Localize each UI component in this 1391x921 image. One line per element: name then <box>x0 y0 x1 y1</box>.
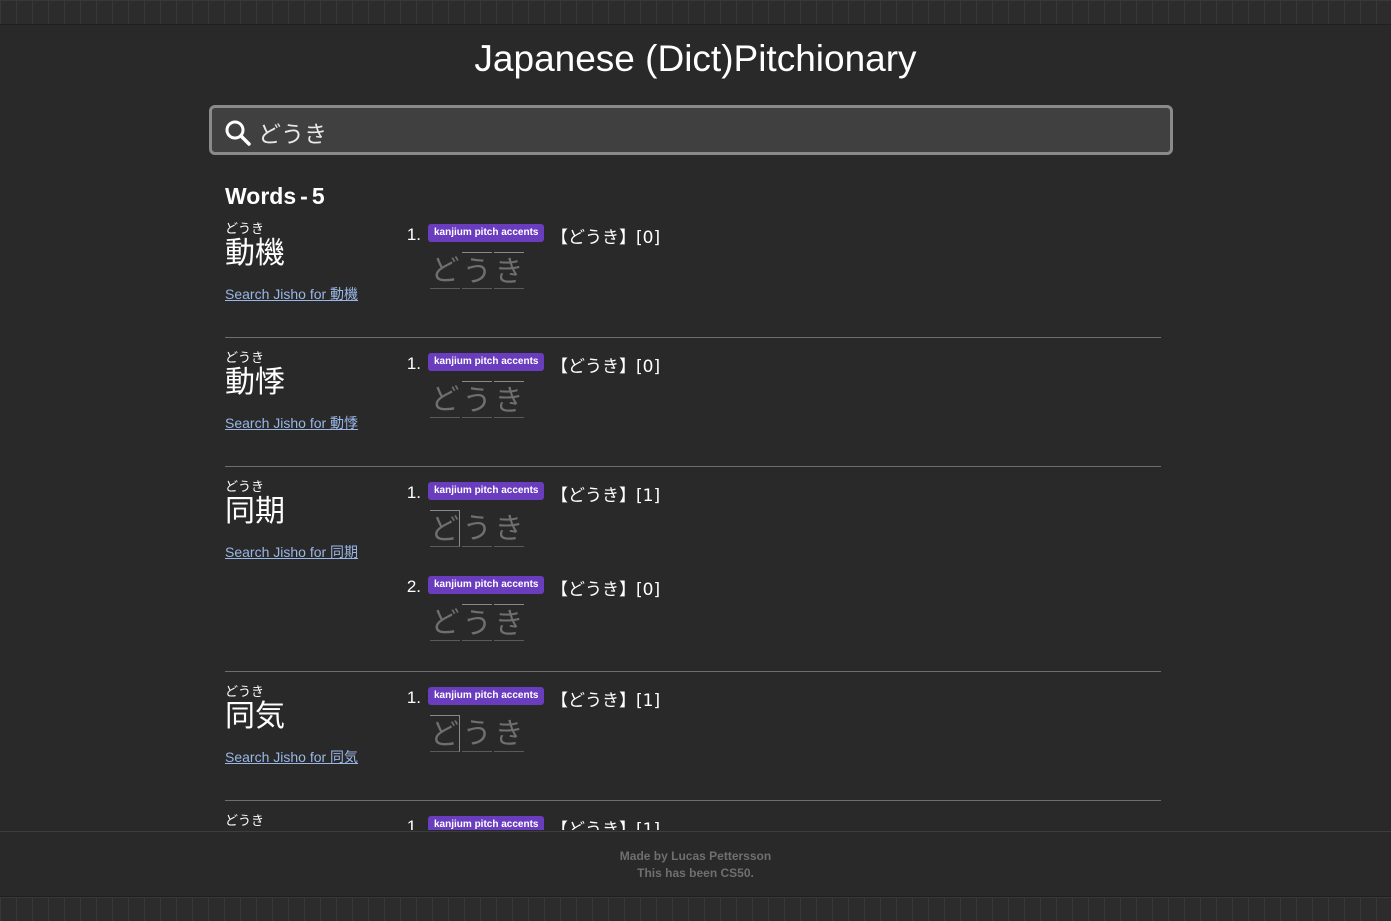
word-kanji: 同気 <box>225 699 285 734</box>
search-jisho-link[interactable]: Search Jisho for 動機 <box>225 284 395 304</box>
pitch-mora: う <box>462 604 492 641</box>
word-entry: どうき 1. kanjium pitch accents 【どうき】[1] <box>225 814 1161 830</box>
search-bar[interactable] <box>209 105 1173 155</box>
bottom-pattern-border <box>0 896 1391 921</box>
word-header: どうき 同期 Search Jisho for 同期 <box>225 480 395 562</box>
pitch-mora: ど <box>430 605 460 641</box>
results-count: 5 <box>311 183 325 209</box>
pitch-mora: き <box>494 252 524 289</box>
pitch-mora: う <box>462 381 492 418</box>
accent-label: 【どうき】[1] <box>551 486 661 506</box>
search-input[interactable] <box>256 114 1140 150</box>
search-jisho-link[interactable]: Search Jisho for 同期 <box>225 542 395 562</box>
accent-number: 1. <box>406 225 421 244</box>
search-icon <box>224 119 252 147</box>
accent-number: 1. <box>406 483 421 502</box>
word-entry: どうき 動機 Search Jisho for 動機 1. kanjium pi… <box>225 222 1161 338</box>
top-pattern-border <box>0 0 1391 25</box>
pitch-mora: き <box>494 381 524 418</box>
pitch-mora: ど <box>430 382 460 418</box>
word-kanji: 同期 <box>225 494 285 529</box>
word-header: どうき 同気 Search Jisho for 同気 <box>225 685 395 767</box>
pitch-mora: き <box>494 604 524 641</box>
word-entry: どうき 同期 Search Jisho for 同期 1. kanjium pi… <box>225 480 1161 672</box>
source-badge: kanjium pitch accents <box>428 224 545 242</box>
pitch-mora: う <box>462 252 492 289</box>
pitch-mora: き <box>494 716 524 752</box>
accent-label: 【どうき】[1] <box>551 691 661 711</box>
footer-credit: Made by Lucas Pettersson <box>619 849 772 863</box>
word-kanji: 動機 <box>225 236 285 271</box>
source-badge: kanjium pitch accents <box>428 482 545 500</box>
results-heading-separator: - <box>300 183 308 209</box>
results-heading-label: Words <box>225 183 297 209</box>
word-kanji: 動悸 <box>225 365 285 400</box>
accent-label: 【どうき】[0] <box>551 580 661 600</box>
footer: Made by Lucas Pettersson This has been C… <box>0 831 1391 897</box>
word-header: どうき 動悸 Search Jisho for 動悸 <box>225 351 395 433</box>
word-entry: どうき 動悸 Search Jisho for 動悸 1. kanjium pi… <box>225 351 1161 467</box>
accent-label: 【どうき】[0] <box>551 228 661 248</box>
accent-number: 2. <box>406 577 421 596</box>
accent-number: 1. <box>406 688 421 707</box>
search-jisho-link[interactable]: Search Jisho for 動悸 <box>225 413 395 433</box>
accent-label: 【どうき】[0] <box>551 357 661 377</box>
word-header: どうき 動機 Search Jisho for 動機 <box>225 222 395 304</box>
accent-label: 【どうき】[1] <box>551 820 661 830</box>
pitch-mora: う <box>462 511 492 547</box>
word-entry: どうき 同気 Search Jisho for 同気 1. kanjium pi… <box>225 685 1161 801</box>
accent-number: 1. <box>406 817 421 830</box>
source-badge: kanjium pitch accents <box>428 816 545 830</box>
pitch-mora: ど <box>430 253 460 289</box>
pitch-mora: ど <box>430 715 460 752</box>
pitch-mora: う <box>462 716 492 752</box>
results-heading: Words -5 <box>225 183 325 210</box>
source-badge: kanjium pitch accents <box>428 687 545 705</box>
accent-number: 1. <box>406 354 421 373</box>
search-jisho-link[interactable]: Search Jisho for 同気 <box>225 747 395 767</box>
footer-note: This has been CS50. <box>637 866 754 880</box>
pitch-mora: ど <box>430 510 460 547</box>
pitch-mora: き <box>494 511 524 547</box>
source-badge: kanjium pitch accents <box>428 353 545 371</box>
word-results-list[interactable]: どうき 動機 Search Jisho for 動機 1. kanjium pi… <box>225 222 1161 830</box>
word-header: どうき <box>225 814 395 830</box>
page-title: Japanese (Dict)Pitchionary <box>474 38 917 79</box>
source-badge: kanjium pitch accents <box>428 576 545 594</box>
word-furigana: どうき <box>225 814 265 829</box>
